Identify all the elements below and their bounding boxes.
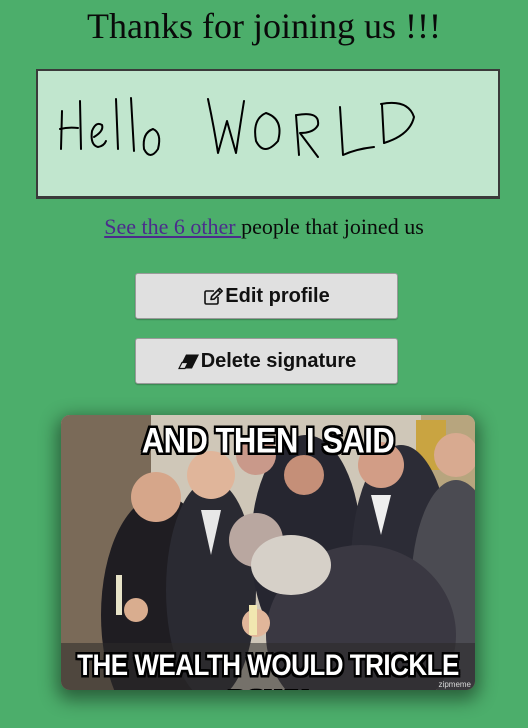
edit-profile-button[interactable]: Edit profile bbox=[135, 273, 398, 319]
pencil-square-icon bbox=[203, 287, 224, 306]
joined-people-line: See the 6 other people that joined us bbox=[0, 212, 528, 242]
page: Thanks for joining us !!! See the 6 othe… bbox=[0, 0, 528, 728]
meme-bottom-caption: THE WEALTH WOULD TRICKLE DOWN bbox=[77, 647, 459, 690]
delete-signature-button[interactable]: Delete signature bbox=[135, 338, 398, 384]
signature-canvas[interactable] bbox=[36, 69, 500, 199]
eraser-icon bbox=[177, 353, 200, 370]
edit-profile-label: Edit profile bbox=[225, 284, 330, 307]
see-others-link[interactable]: See the 6 other bbox=[104, 214, 241, 239]
joined-people-suffix: people that joined us bbox=[241, 214, 424, 239]
page-title: Thanks for joining us !!! bbox=[87, 6, 441, 46]
delete-signature-label: Delete signature bbox=[200, 349, 357, 372]
signature-drawing bbox=[59, 97, 415, 158]
meme-image: AND THEN I SAID THE WEALTH WOULD TRICKLE… bbox=[61, 415, 475, 690]
meme-top-caption: AND THEN I SAID bbox=[141, 420, 395, 461]
meme-watermark: zipmeme bbox=[438, 680, 471, 689]
